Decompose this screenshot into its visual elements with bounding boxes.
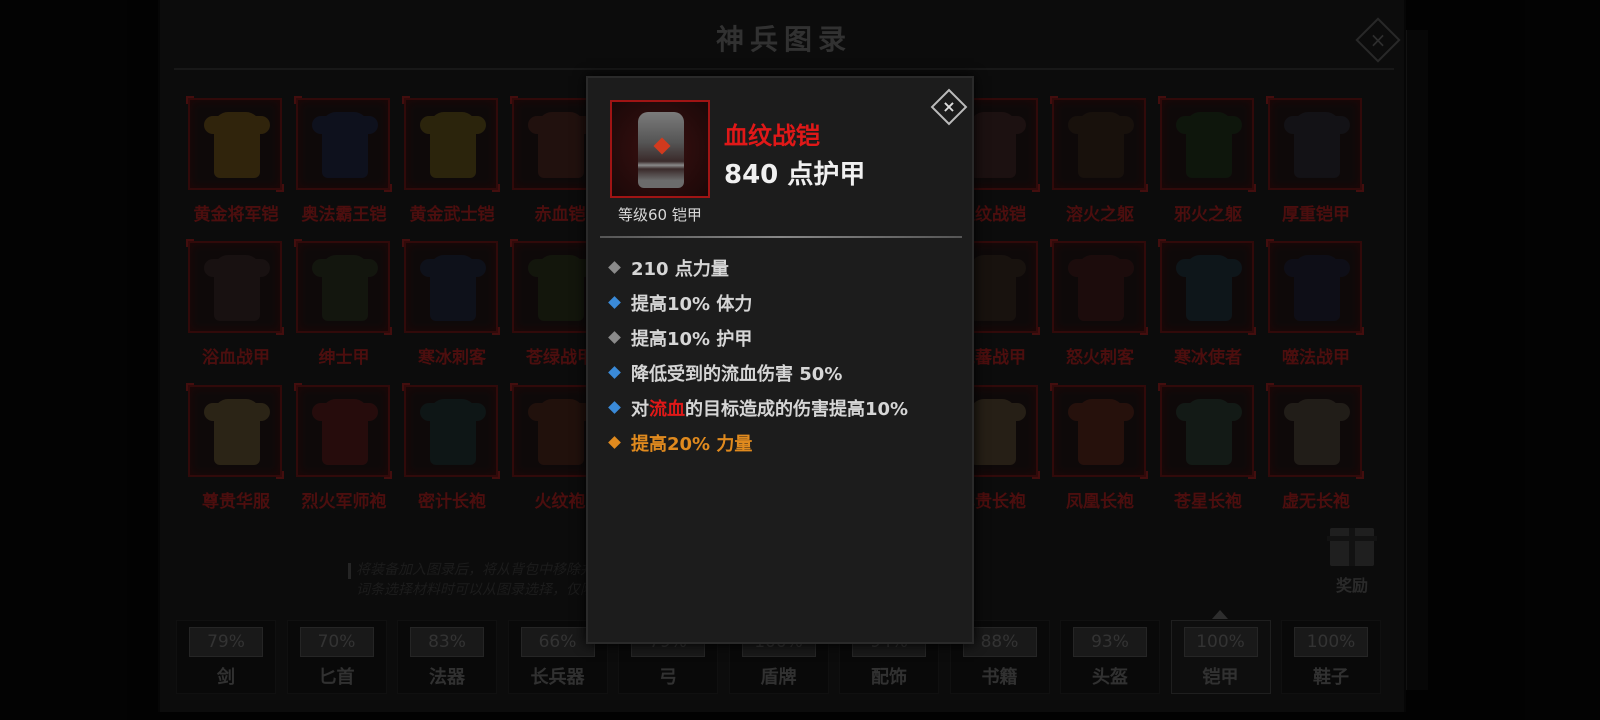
- stat-text: 210 点力量: [631, 258, 729, 280]
- stat-line: 降低受到的流血伤害 50%: [606, 355, 966, 390]
- stat-text: 提高10% 体力: [631, 293, 753, 315]
- stat-text: 降低受到的流血伤害 50%: [631, 363, 843, 385]
- bullet-diamond-icon: [608, 261, 621, 274]
- stat-text: 对流血的目标造成的伤害提高10%: [631, 398, 909, 420]
- stat-highlight: 流血: [649, 398, 685, 420]
- bullet-diamond-icon: [608, 296, 621, 309]
- item-name: 血纹战铠: [724, 122, 820, 150]
- stat-line: 对流血的目标造成的伤害提高10%: [606, 390, 966, 425]
- stat-line: 210 点力量: [606, 250, 966, 285]
- tooltip-divider: [600, 236, 962, 238]
- stat-list: 210 点力量提高10% 体力 提高10% 护甲降低受到的流血伤害 50% 对流血的…: [606, 250, 966, 460]
- stat-text: 提高10% 护甲: [631, 328, 753, 350]
- armor-value: 840 点护甲: [724, 160, 866, 190]
- stat-line: 提高10% 体力: [606, 285, 966, 320]
- stat-line: 提高20% 力量: [606, 425, 966, 460]
- bullet-diamond-icon: [608, 436, 621, 449]
- item-level-type: 等级60 铠甲: [618, 206, 702, 224]
- bullet-diamond-icon: [608, 366, 621, 379]
- item-tooltip: × 血纹战铠 840 点护甲 等级60 铠甲 210 点力量提高10% 体力 提高…: [586, 76, 974, 644]
- bullet-diamond-icon: [608, 401, 621, 414]
- stat-text: 提高20% 力量: [631, 433, 753, 455]
- item-icon-frame: [610, 100, 710, 198]
- tooltip-close-button[interactable]: ×: [930, 88, 968, 126]
- close-icon: ×: [942, 97, 956, 116]
- stat-line: 提高10% 护甲: [606, 320, 966, 355]
- bullet-diamond-icon: [608, 331, 621, 344]
